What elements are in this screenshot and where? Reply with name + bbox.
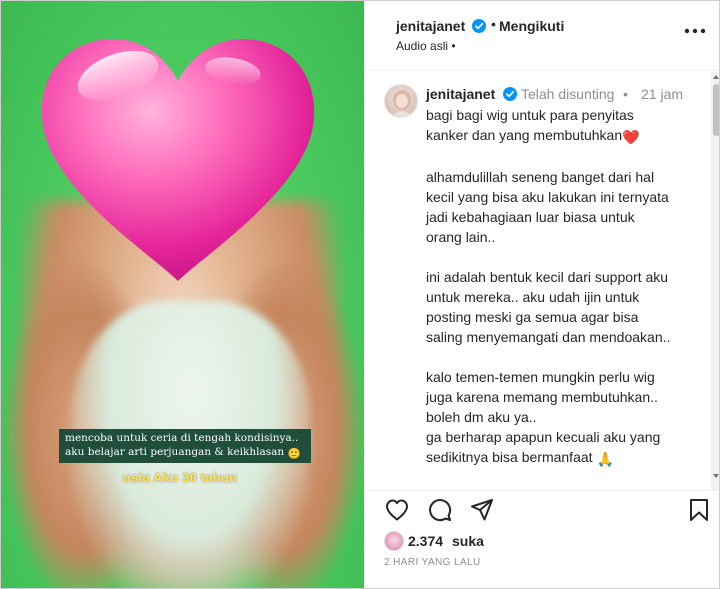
caption-text: bagi bagi wig untuk para penyitas kanker…	[426, 105, 706, 490]
more-options-icon[interactable]	[684, 27, 706, 35]
caption-line: boleh dm aku ya..	[426, 409, 537, 425]
comment-icon[interactable]	[427, 497, 453, 523]
avatar-portrait-icon	[391, 90, 413, 117]
scroll-down-arrow-icon[interactable]	[713, 474, 719, 478]
caption-line: untuk mereka.. aku udah ijin untuk	[426, 289, 640, 305]
post-date[interactable]: 2 HARI YANG LALU	[384, 557, 481, 568]
post-actions: 2.374 suka 2 HARI YANG LALU	[365, 490, 719, 588]
caption-line-2: aku belajar arti perjuangan & keikhlasan…	[65, 446, 301, 460]
author-username[interactable]: jenitajanet	[396, 18, 465, 34]
smile-emoji-icon: 🙂	[287, 448, 301, 460]
share-icon[interactable]	[469, 497, 495, 523]
caption-line: ini adalah bentuk kecil dari support aku	[426, 269, 669, 285]
verified-badge-icon	[472, 19, 486, 33]
post-side-panel: jenitajanet • Mengikuti Audio asli • jen…	[364, 1, 719, 588]
liker-avatar[interactable]	[384, 531, 404, 551]
caption-line: juga karena memang membutuhkan..	[426, 389, 658, 405]
video-caption-box: mencoba untuk ceria di tengah kondisinya…	[59, 429, 311, 463]
comment-timestamp[interactable]: 21 jam	[641, 86, 683, 102]
post-header: jenitajanet • Mengikuti Audio asli •	[365, 1, 719, 71]
scroll-up-arrow-icon[interactable]	[713, 75, 719, 79]
caption-paragraph: kalo temen-temen mungkin perlu wig juga …	[426, 367, 706, 469]
verified-badge-icon	[503, 87, 517, 101]
following-button[interactable]: Mengikuti	[499, 18, 564, 34]
likes-label[interactable]: suka	[452, 533, 484, 549]
audio-link[interactable]: Audio asli •	[396, 39, 456, 53]
comment-separator: •	[623, 86, 628, 102]
scroll-thumb[interactable]	[713, 84, 719, 136]
pray-emoji-icon: 🙏	[596, 451, 614, 467]
header-separator: •	[491, 16, 496, 32]
caption-line-1: mencoba untuk ceria di tengah kondisinya…	[65, 432, 299, 444]
comments-scrollbar[interactable]	[711, 72, 719, 490]
caption-line: alhamdulillah seneng banget dari hal	[426, 169, 655, 185]
caption-line: ga berharap apapun kecuali aku yang	[426, 429, 661, 445]
heart-emoji-icon: ❤️	[622, 129, 640, 145]
caption-line: orang lain..	[426, 229, 496, 245]
caption-line: saling menyemangati dan mendoakan..	[426, 329, 671, 345]
caption-line: jadi kebahagiaan luar biasa untuk	[426, 209, 635, 225]
post-video[interactable]: mencoba untuk ceria di tengah kondisinya…	[1, 1, 364, 588]
heart-icon[interactable]	[384, 497, 410, 523]
heart-sticker-icon	[41, 39, 315, 281]
caption-comment: jenitajanet Telah disunting • 21 jam bag…	[365, 72, 710, 490]
caption-line: kecil yang bisa aku lakukan ini ternyata	[426, 189, 669, 205]
bookmark-icon[interactable]	[686, 497, 712, 523]
caption-paragraph: alhamdulillah seneng banget dari hal kec…	[426, 167, 706, 247]
instagram-post-modal: mencoba untuk ceria di tengah kondisinya…	[0, 0, 720, 589]
avatar[interactable]	[384, 84, 418, 118]
caption-line: posting meski ga semua agar bisa	[426, 309, 639, 325]
edited-label: Telah disunting	[521, 86, 615, 102]
caption-line: sedikitnya bisa bermanfaat 🙏	[426, 449, 614, 467]
video-overlay-text: usia Aku 30 tahun	[123, 470, 238, 485]
comment-username[interactable]: jenitajanet	[426, 86, 495, 102]
caption-paragraph: ini adalah bentuk kecil dari support aku…	[426, 267, 706, 347]
caption-paragraph: bagi bagi wig untuk para penyitas kanker…	[426, 105, 706, 147]
caption-line: bagi bagi wig untuk para penyitas	[426, 107, 634, 123]
caption-line: kanker dan yang membutuhkan❤️	[426, 127, 640, 145]
likes-count[interactable]: 2.374	[408, 533, 443, 549]
caption-line: kalo temen-temen mungkin perlu wig	[426, 369, 655, 385]
